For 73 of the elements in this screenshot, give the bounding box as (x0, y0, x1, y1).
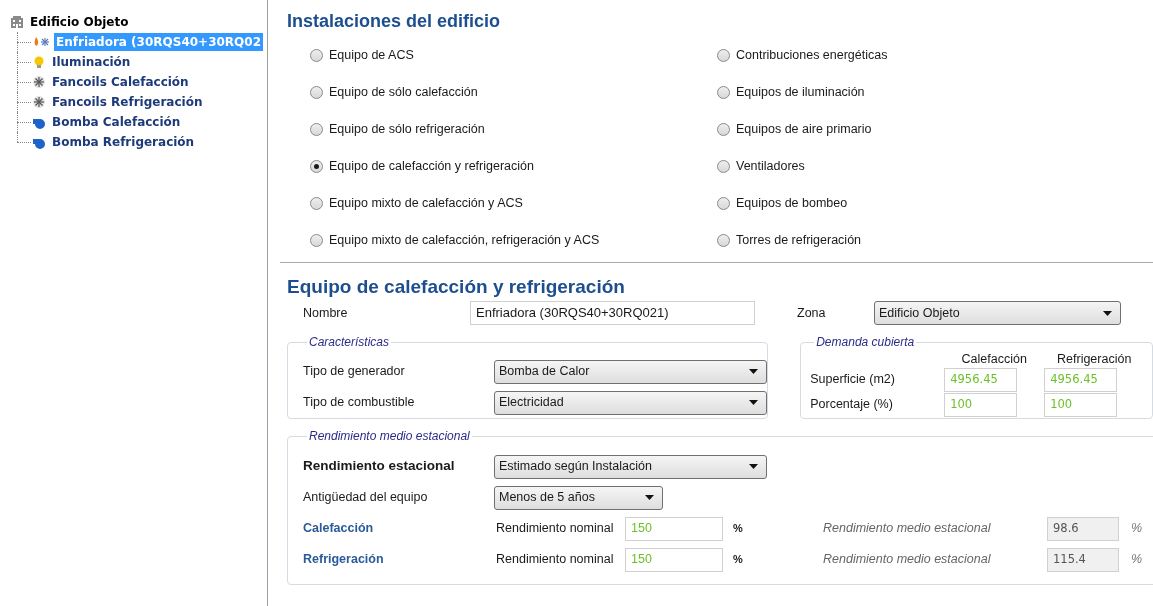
field-label: Antigüedad del equipo (303, 489, 429, 507)
radio-button[interactable] (310, 49, 323, 62)
tree-item[interactable]: Edificio Objeto (30, 13, 129, 31)
section-title: Equipo de calefacción y refrigeración (286, 275, 626, 299)
radio-label: Ventiladores (736, 158, 805, 176)
field-label: Rendimiento medio estacional (823, 520, 992, 538)
radio-button[interactable] (717, 160, 730, 173)
caret-icon (749, 464, 758, 469)
field-label: Zona (797, 304, 827, 322)
caret-icon (749, 400, 758, 405)
building-icon (10, 15, 24, 29)
radio-label: Equipo de sólo refrigeración (329, 121, 485, 139)
radio-button[interactable] (310, 197, 323, 210)
radio-label: Equipo de ACS (329, 47, 414, 65)
radio-label: Equipo mixto de calefacción, refrigeración y ACS (329, 232, 600, 250)
radio-label: Equipo mixto de calefacción y ACS (329, 195, 523, 213)
field-label: Rendimiento estacional (303, 457, 456, 476)
radio-label: Equipos de aire primario (736, 121, 872, 139)
unit-label: % (1131, 551, 1143, 569)
flame-snowflake-icon (32, 35, 50, 49)
fan-icon (32, 95, 46, 109)
radio-button[interactable] (717, 49, 730, 62)
unit-label: % (733, 521, 744, 537)
unit-label: % (1131, 520, 1143, 538)
column-header: Refrigeración (1056, 350, 1133, 368)
tree-item[interactable]: Fancoils Calefacción (50, 73, 191, 91)
field-label: Superficie (m2) (810, 371, 896, 389)
light-bulb-icon (32, 55, 46, 69)
dropdown[interactable]: Electricidad (494, 390, 767, 415)
caret-icon (645, 495, 654, 500)
unit-label: % (733, 552, 744, 568)
radio-label: Equipos de bombeo (736, 195, 848, 213)
dropdown[interactable]: Menos de 5 años (494, 485, 663, 510)
field-label: Nombre (302, 304, 349, 322)
tree-item[interactable]: Fancoils Refrigeración (50, 93, 205, 111)
radio-button[interactable] (310, 234, 323, 247)
column-header: Calefacción (960, 350, 1028, 368)
input-field[interactable]: Enfriadora (30RQS40+30RQ021) (470, 301, 755, 325)
radio-label: Torres de refrigeración (736, 232, 862, 250)
radio-label: Equipo de sólo calefacción (329, 84, 478, 102)
group-title: Demanda cubierta (815, 334, 916, 351)
field-label: Tipo de combustible (303, 394, 416, 412)
radio-button[interactable] (310, 86, 323, 99)
field-label: Porcentaje (%) (810, 396, 894, 414)
tree-item[interactable]: Bomba Refrigeración (50, 133, 197, 151)
field-label: Tipo de generador (303, 363, 406, 381)
section-title: Instalaciones del edificio (286, 10, 502, 33)
radio-button[interactable] (717, 197, 730, 210)
radio-label: Equipos de iluminación (736, 84, 865, 102)
group-title: Rendimiento medio estacional (308, 428, 471, 445)
radio-label: Contribuciones energéticas (736, 47, 888, 65)
field-label: Rendimiento medio estacional (823, 551, 992, 569)
caret-icon (1103, 310, 1112, 316)
radio-button[interactable] (717, 86, 730, 99)
radio-button[interactable] (310, 123, 323, 136)
row-label: Refrigeración (303, 551, 385, 569)
radio-button[interactable] (717, 123, 730, 136)
group-title: Características (308, 334, 391, 351)
field-label: Rendimiento nominal (496, 551, 615, 569)
radio-button[interactable] (310, 160, 323, 173)
dropdown[interactable]: Bomba de Calor (494, 359, 767, 384)
field-label: Rendimiento nominal (496, 520, 615, 538)
dropdown[interactable]: Estimado según Instalación (494, 454, 767, 479)
dropdown[interactable]: Edificio Objeto (874, 301, 1121, 325)
tree-item[interactable]: Bomba Calefacción (50, 113, 183, 131)
input-field[interactable]: 98.6 (1047, 516, 1119, 541)
radio-label: Equipo de calefacción y refrigeración (329, 158, 534, 176)
input-field[interactable]: 115.4 (1047, 547, 1119, 572)
row-label: Calefacción (303, 520, 375, 538)
radio-button[interactable] (717, 234, 730, 247)
caret-icon (749, 369, 758, 374)
tree-item[interactable]: Iluminación (50, 53, 133, 71)
fan-icon (32, 75, 46, 89)
